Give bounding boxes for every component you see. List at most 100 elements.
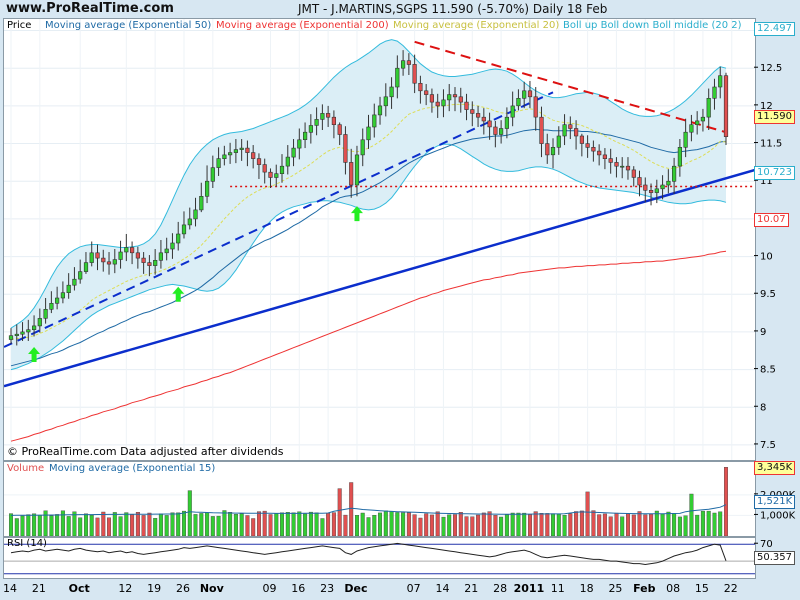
volume-bar: [435, 511, 440, 536]
candle: [718, 75, 723, 88]
volume-bar: [112, 512, 117, 536]
volume-bar: [712, 512, 717, 536]
price-axis-label: 8: [760, 402, 766, 413]
candle: [666, 180, 671, 186]
rsi-axis-label: 70: [760, 539, 773, 550]
volume-bar: [147, 512, 152, 536]
volume-bar: [297, 511, 302, 536]
copyright-note: © ProRealTime.com Data adjusted after di…: [7, 445, 284, 458]
site-name[interactable]: www.ProRealTime.com: [6, 1, 174, 16]
candle: [153, 260, 158, 266]
volume-bar: [320, 518, 325, 536]
volume-bar: [228, 512, 233, 536]
candle: [256, 158, 262, 165]
candle: [106, 261, 112, 265]
candle: [170, 242, 175, 250]
volume-bar: [528, 514, 533, 536]
candle: [372, 114, 377, 128]
volume-bar: [499, 516, 504, 536]
badge-boll-up: 12.497: [754, 22, 795, 36]
volume-bar: [233, 514, 238, 536]
candle: [49, 302, 54, 310]
volume-bar: [643, 514, 648, 536]
candle: [233, 149, 239, 153]
badge-volume-last: 3,345K: [754, 461, 796, 475]
legend-volume-ma: Moving average (Exponential 15): [49, 463, 216, 474]
rsi-panel[interactable]: RSI (14): [3, 537, 756, 579]
candle: [429, 94, 435, 103]
candle: [101, 257, 106, 263]
candle: [516, 98, 521, 107]
x-axis-label: 28: [493, 582, 508, 595]
price-axis-label: 7.5: [760, 440, 776, 451]
candle: [72, 278, 77, 286]
x-axis-label: 19: [147, 582, 162, 595]
volume-bar: [470, 516, 475, 536]
candle: [302, 131, 308, 140]
volume-bar: [314, 512, 319, 536]
volume-bar: [164, 515, 169, 536]
candle: [291, 147, 296, 158]
volume-ma-line: [10, 504, 727, 516]
x-axis-label: 14: [3, 582, 17, 595]
candle: [141, 257, 146, 263]
candle: [239, 147, 244, 150]
volume-bar: [49, 515, 54, 536]
badge-volume-ma: 1,521K: [754, 495, 796, 509]
volume-bar: [614, 512, 619, 536]
volume-bar: [493, 515, 498, 536]
volume-bar: [718, 511, 723, 536]
candle: [54, 297, 60, 304]
x-axis-label: 11: [550, 582, 565, 595]
volume-bar: [539, 513, 544, 536]
volume-bar: [124, 512, 129, 536]
volume-bar: [135, 512, 140, 536]
price-axis: 1312.51211.51110.5109.598.587.52,000K1,0…: [754, 26, 796, 567]
volume-bar: [285, 512, 290, 536]
candle: [147, 262, 152, 266]
candle: [349, 162, 354, 186]
volume-panel[interactable]: Volume Moving average (Exponential 15): [3, 461, 756, 537]
candle: [331, 116, 337, 125]
volume-bar: [597, 514, 602, 536]
volume-bar: [130, 514, 135, 536]
volume-bar: [706, 510, 711, 536]
x-axis-label: 23: [320, 582, 335, 595]
volume-bar: [510, 512, 515, 536]
volume-bar: [654, 510, 659, 536]
candle: [562, 124, 567, 137]
candle: [406, 60, 412, 65]
volume-bar: [689, 493, 694, 536]
candle: [228, 152, 233, 156]
candle: [504, 116, 510, 129]
candle: [683, 131, 688, 148]
volume-bar: [280, 512, 285, 536]
volume-bar: [574, 511, 579, 536]
volume-bar: [274, 513, 279, 536]
price-panel[interactable]: Price Moving average (Exponential 50) Mo…: [3, 18, 756, 461]
candle: [78, 271, 83, 280]
candle: [66, 284, 71, 294]
x-axis-label: 14: [435, 582, 450, 595]
volume-bar: [95, 517, 100, 536]
badge-rsi: 50.357: [754, 551, 795, 565]
candle: [654, 188, 659, 193]
candle: [464, 101, 469, 110]
volume-bar: [476, 514, 481, 536]
candle: [487, 120, 492, 128]
candle: [458, 96, 463, 103]
legend-price: Price: [7, 20, 32, 31]
x-axis-label: Nov: [199, 582, 224, 595]
candle: [31, 325, 37, 330]
volume-bar: [412, 514, 417, 536]
volume-bar: [89, 515, 94, 536]
volume-bar: [8, 513, 13, 536]
candle: [124, 247, 129, 253]
price-chart: [4, 19, 755, 460]
volume-bar: [389, 511, 394, 536]
volume-bar: [187, 490, 192, 536]
candle: [360, 139, 365, 156]
badge-boll-down: 10.723: [754, 166, 795, 180]
x-axis-label: 07: [406, 582, 421, 595]
volume-bar: [551, 513, 556, 536]
